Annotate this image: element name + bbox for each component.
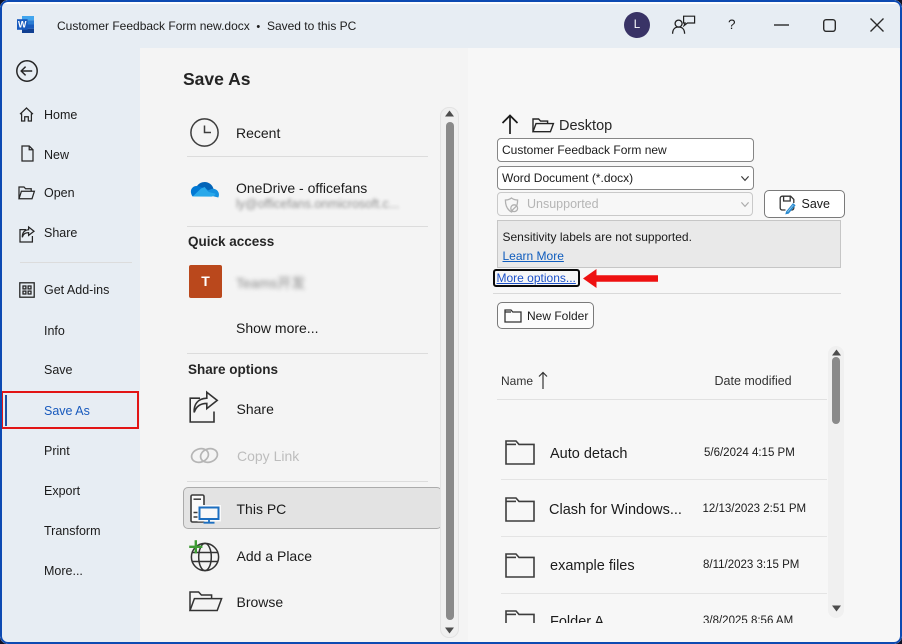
svg-text:W: W [18, 20, 27, 30]
